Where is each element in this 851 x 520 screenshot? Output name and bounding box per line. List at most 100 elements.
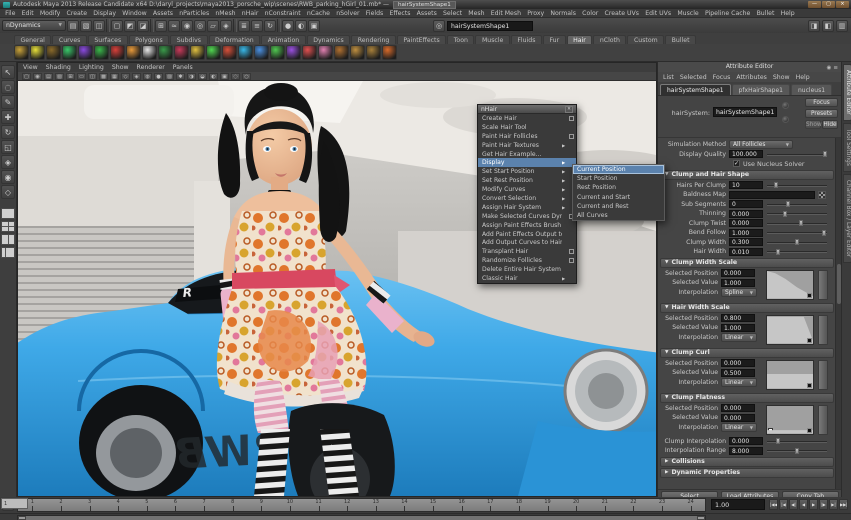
title-bar[interactable]: Autodesk Maya 2013 Release Candidate x64… xyxy=(0,0,851,9)
step-forward-key-button[interactable]: |▶ xyxy=(819,499,828,510)
nhair-menu-item[interactable]: Display xyxy=(478,158,576,167)
attribute-slider[interactable] xyxy=(767,248,827,256)
nhair-menu-item[interactable]: Create Hair xyxy=(478,114,576,123)
play-backwards-button[interactable]: ◀ xyxy=(799,499,808,510)
scale-tool[interactable]: ◱ xyxy=(1,140,15,154)
range-slider[interactable] xyxy=(0,513,851,520)
menu-item[interactable]: Fields xyxy=(363,10,387,17)
ramp-curve-widget[interactable] xyxy=(766,315,814,345)
selected-value-field[interactable]: 0.000 xyxy=(721,414,755,422)
attribute-slider[interactable] xyxy=(767,200,827,208)
shelf-tab[interactable]: Toon xyxy=(447,35,474,44)
hair-shelf-icon-6[interactable] xyxy=(94,45,109,60)
maximize-button[interactable]: ▢ xyxy=(822,1,835,8)
render-settings-icon[interactable]: ▣ xyxy=(308,20,320,32)
camera-lock-icon[interactable]: ◉ xyxy=(33,73,42,80)
step-back-key-button[interactable]: ◀| xyxy=(789,499,798,510)
frame-tick[interactable]: 15 xyxy=(419,499,448,511)
ipr-render-icon[interactable]: ◐ xyxy=(295,20,307,32)
safe-title-icon[interactable]: ◈ xyxy=(132,73,141,80)
frame-tick[interactable]: 7 xyxy=(190,499,219,511)
hair-shelf-icon-22[interactable] xyxy=(350,45,365,60)
status-icon[interactable] xyxy=(106,19,110,32)
soft-modification-tool[interactable]: ◉ xyxy=(1,170,15,184)
minimize-button[interactable]: — xyxy=(808,1,821,8)
attribute-value-field[interactable]: 0 xyxy=(729,200,763,208)
display-submenu-item[interactable]: Rest Position xyxy=(573,183,664,192)
attribute-editor-toggle-icon[interactable]: ◨ xyxy=(808,20,820,32)
nhair-menu-item[interactable]: Make Selected Curves Dynamic xyxy=(478,212,576,221)
hair-shelf-icon-13[interactable] xyxy=(206,45,221,60)
display-submenu-item[interactable]: All Curves xyxy=(573,211,664,220)
frame-tick[interactable]: 11 xyxy=(304,499,333,511)
step-back-frame-button[interactable]: |◀ xyxy=(779,499,788,510)
paint-select-tool[interactable]: ✎ xyxy=(1,95,15,109)
presets-button[interactable]: Presets xyxy=(805,109,838,118)
construction-history-icon[interactable]: ↻ xyxy=(264,20,276,32)
save-scene-icon[interactable]: ◫ xyxy=(93,20,105,32)
shelf-tab[interactable]: Surfaces xyxy=(88,35,128,44)
nhair-menu-item[interactable]: Delete Entire Hair System xyxy=(478,265,576,274)
hair-shelf-icon-1[interactable] xyxy=(14,45,29,60)
nhair-menu-item[interactable]: Assign Paint Effects Brush to Hair xyxy=(478,221,576,230)
layout-outliner-pane-button[interactable] xyxy=(1,247,15,258)
frame-tick[interactable]: 8 xyxy=(218,499,247,511)
menu-item[interactable]: File xyxy=(2,10,19,17)
tool-settings-toggle-icon[interactable]: ◧ xyxy=(822,20,834,32)
nhair-menu-titlebar[interactable]: nHair ✕ xyxy=(478,105,576,114)
menu-item[interactable]: Assets xyxy=(150,10,176,17)
interpolation-dropdown[interactable]: Linear ▼ xyxy=(721,333,757,342)
grid-icon[interactable]: ⊞ xyxy=(66,73,75,80)
menu-item[interactable]: Edit xyxy=(19,10,37,17)
nhair-menu-item[interactable]: Add Paint Effects Output to Hair xyxy=(478,230,576,239)
menu-item[interactable]: nConstraint xyxy=(262,10,304,17)
ramp-side-scrollbar[interactable] xyxy=(818,360,828,390)
ramp-curve-widget[interactable] xyxy=(766,405,814,435)
nhair-menu-item[interactable]: Randomize Follicles xyxy=(478,256,576,265)
menu-item[interactable]: Create xyxy=(63,10,90,17)
panel-menu-item[interactable]: Shading xyxy=(46,64,71,71)
attribute-slider[interactable] xyxy=(767,219,827,227)
hair-shelf-icon-19[interactable] xyxy=(302,45,317,60)
textured-icon[interactable]: ▨ xyxy=(165,73,174,80)
hair-shelf-icon-9[interactable] xyxy=(142,45,157,60)
frame-tick[interactable]: 18 xyxy=(505,499,534,511)
selection-field-icon[interactable]: ◎ xyxy=(433,20,445,32)
hair-shelf-icon-20[interactable] xyxy=(318,45,333,60)
nhair-menu-item[interactable]: Classic Hair xyxy=(478,274,576,283)
gate-mask-icon[interactable]: ▩ xyxy=(99,73,108,80)
frame-tick[interactable]: 23 xyxy=(648,499,677,511)
shaded-icon[interactable]: ● xyxy=(154,73,163,80)
pin-icon[interactable]: ◉ xyxy=(827,63,832,73)
display-quality-field[interactable]: 100.000 xyxy=(729,150,763,158)
display-submenu-item[interactable]: Current and Rest xyxy=(573,202,664,211)
menu-item[interactable]: Create UVs xyxy=(601,10,642,17)
frame-tick[interactable]: 13 xyxy=(362,499,391,511)
snap-curve-icon[interactable]: ≈ xyxy=(168,20,180,32)
menu-item[interactable]: Pipeline Cache xyxy=(702,10,754,17)
field-chart-icon[interactable]: ▦ xyxy=(110,73,119,80)
hair-shelf-icon-21[interactable] xyxy=(334,45,349,60)
lasso-select-tool[interactable]: ◌ xyxy=(1,80,15,94)
frame-tick[interactable]: 10 xyxy=(276,499,305,511)
panel-menu-icon[interactable]: ≡ xyxy=(833,63,838,73)
safe-action-icon[interactable]: ◇ xyxy=(121,73,130,80)
nhair-menu-item[interactable]: Set Rest Position xyxy=(478,176,576,185)
move-tool[interactable]: ✚ xyxy=(1,110,15,124)
ae-menu-item[interactable]: Help xyxy=(796,74,810,81)
hide-button[interactable]: Hide xyxy=(822,120,838,129)
status-icon[interactable] xyxy=(150,19,154,32)
frame-tick[interactable]: 4 xyxy=(104,499,133,511)
output-connections-icon[interactable]: ≡ xyxy=(251,20,263,32)
focus-button[interactable]: Focus xyxy=(805,98,838,107)
menu-item[interactable]: nCache xyxy=(304,10,333,17)
shelf-tab[interactable]: Rendering xyxy=(351,35,396,44)
ramp-section-header[interactable]: Clump Width Scale xyxy=(660,258,834,268)
hair-shelf-icon-17[interactable] xyxy=(270,45,285,60)
universal-manipulator-tool[interactable]: ◈ xyxy=(1,155,15,169)
hair-shelf-icon-2[interactable] xyxy=(30,45,45,60)
hair-shelf-icon-23[interactable] xyxy=(366,45,381,60)
hair-shelf-icon-16[interactable] xyxy=(254,45,269,60)
multisample-icon[interactable]: ▣ xyxy=(220,73,229,80)
input-connection-icon[interactable] xyxy=(782,102,789,109)
